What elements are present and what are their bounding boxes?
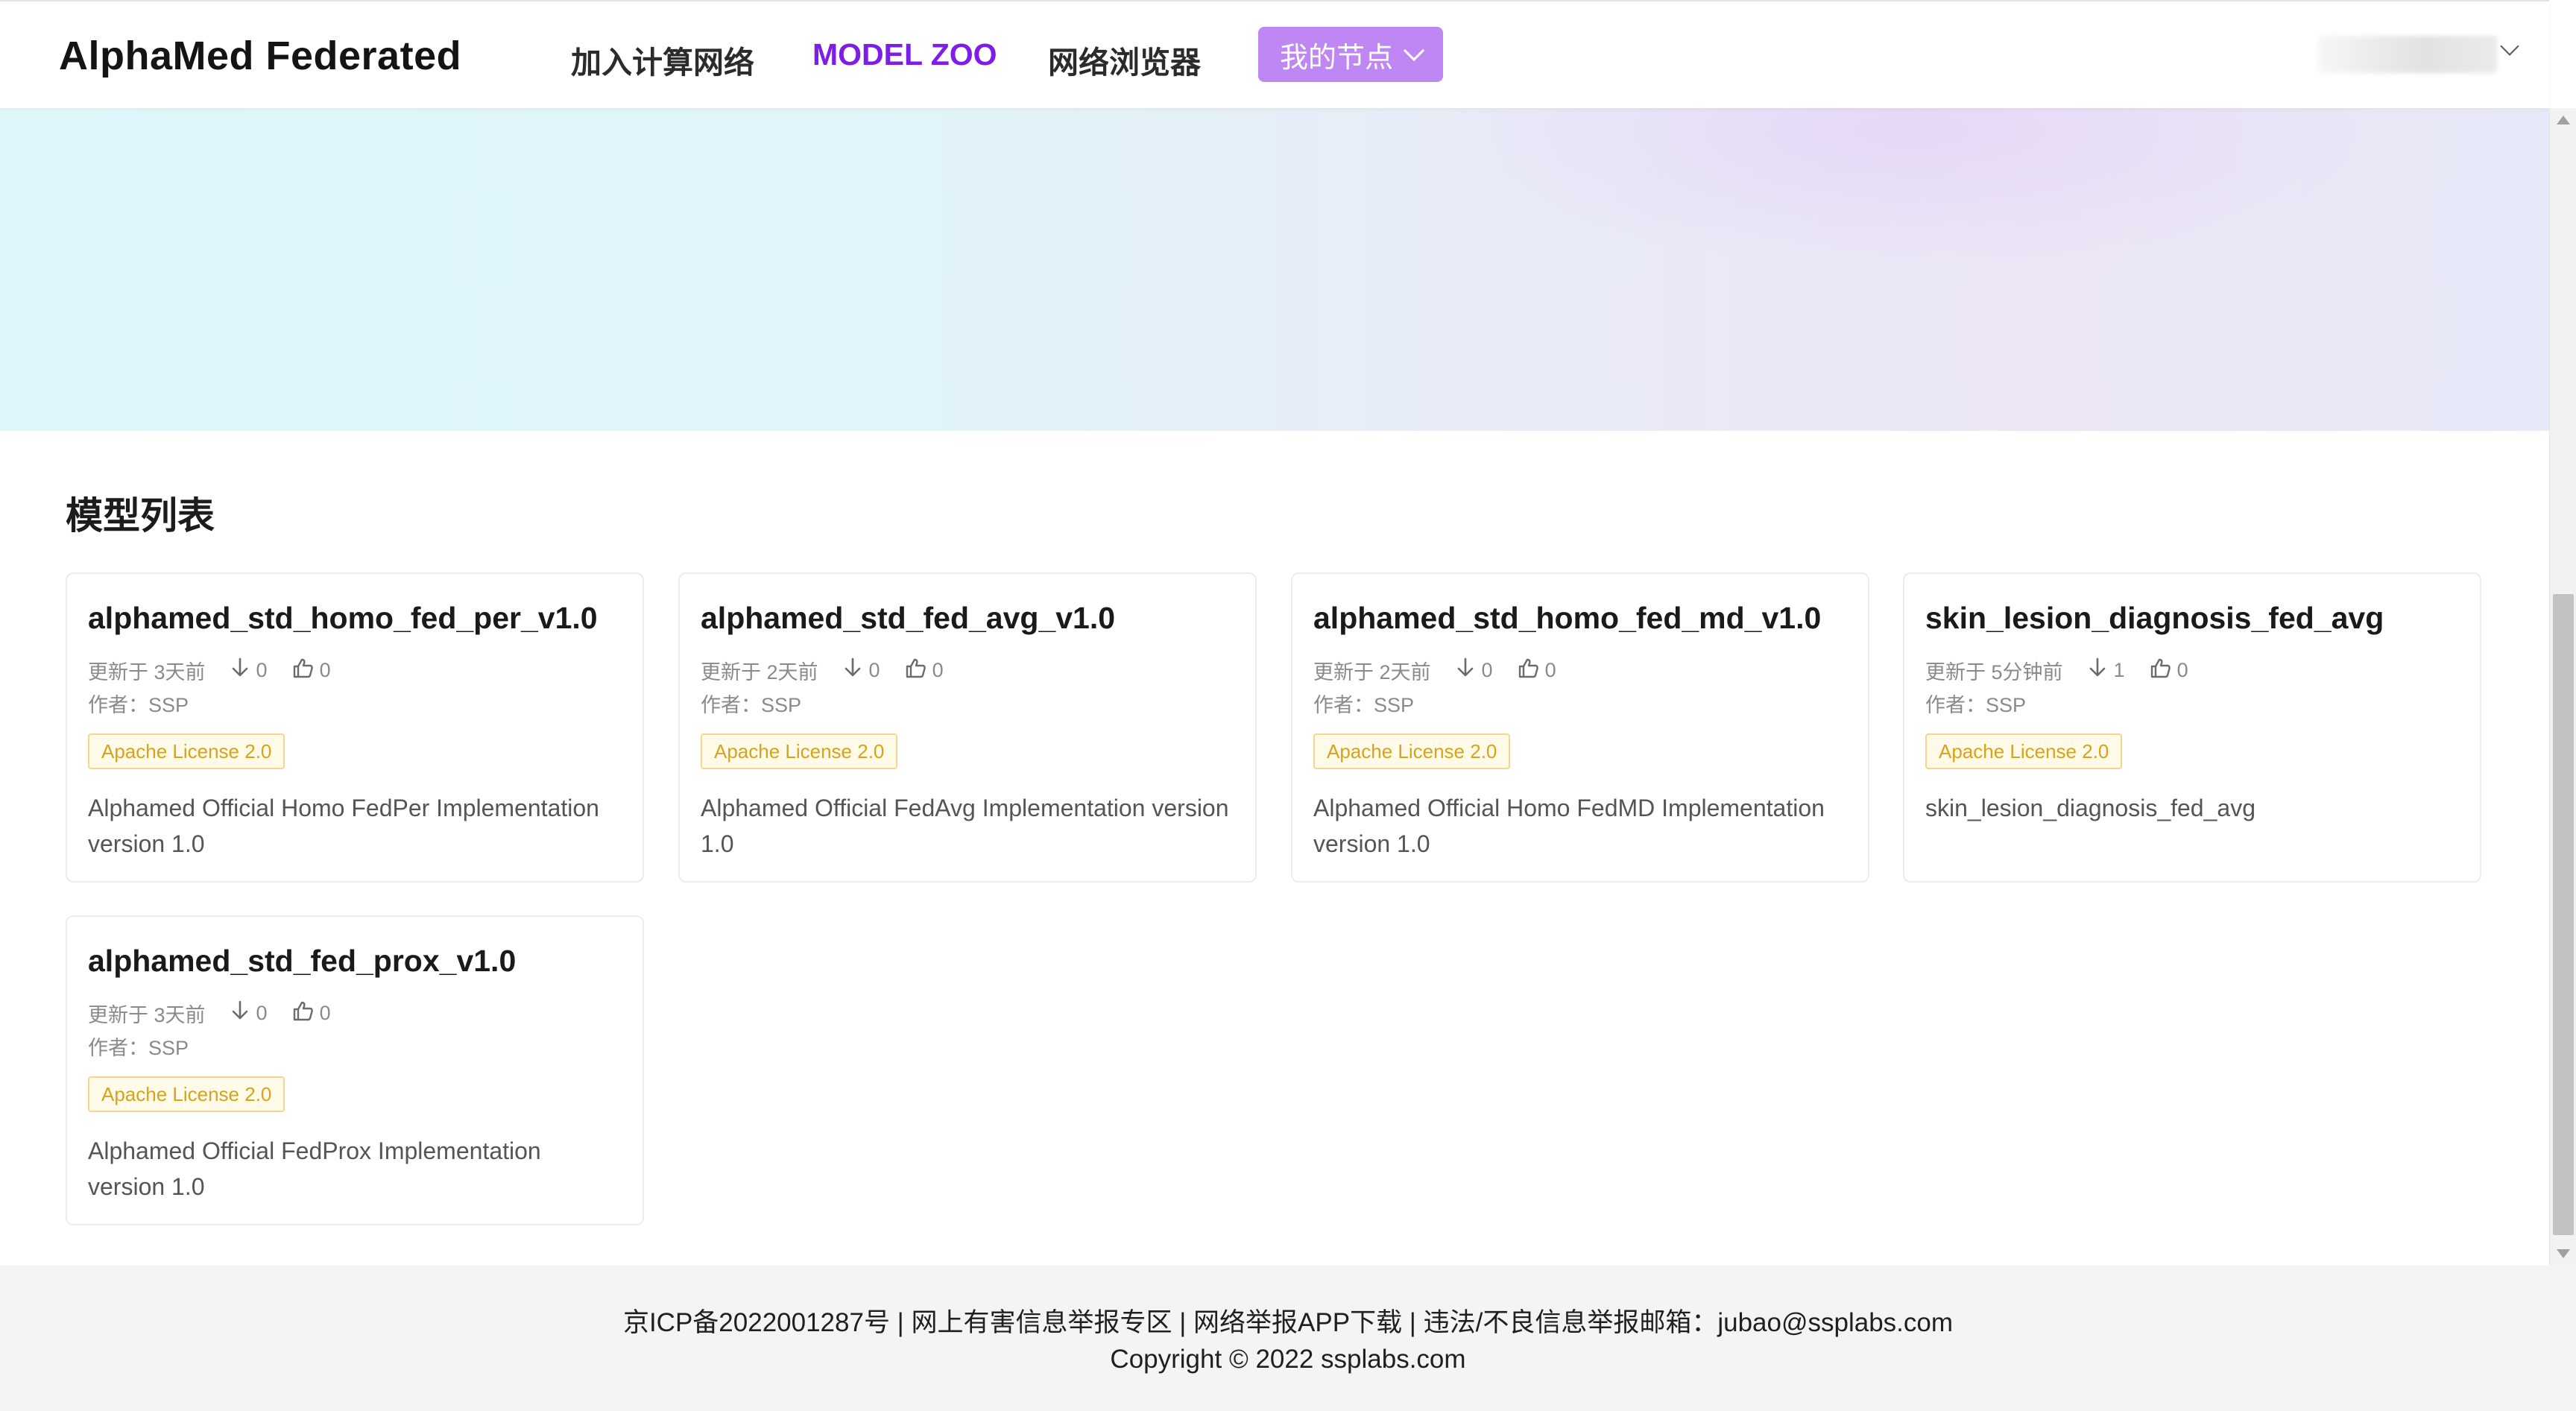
license-badge: Apache License 2.0 [88,733,285,769]
author-name: SSP [761,694,802,716]
download-icon [842,657,869,684]
top-nav-bar: AlphaMed Federated 加入计算网络 MODEL ZOO 网络浏览… [0,0,2549,108]
like-stat[interactable]: 0 [291,657,331,684]
model-description: skin_lesion_diagnosis_fed_avg [1925,795,2255,821]
license-badge: Apache License 2.0 [701,733,898,769]
model-author: 作者：SSP [1313,689,1414,718]
download-stat: 0 [230,1000,268,1027]
like-count: 0 [2176,659,2188,681]
footer-icp-report-links[interactable]: 京ICP备2022001287号 | 网上有害信息举报专区 | 网络举报APP下… [0,1301,2576,1339]
author-name: SSP [148,1037,189,1059]
like-count: 0 [932,659,944,681]
license-badge: Apache License 2.0 [1313,733,1511,769]
thumbs-up-icon[interactable] [1517,657,1545,684]
download-icon [230,657,256,684]
updated-time: 更新于 5分钟前 [1925,661,2063,684]
like-count: 0 [319,659,331,681]
download-count: 0 [256,1002,268,1024]
model-author: 作者：SSP [88,1032,189,1061]
download-stat: 0 [842,657,880,684]
model-title[interactable]: alphamed_std_fed_avg_v1.0 [701,601,1115,636]
like-stat[interactable]: 0 [2149,657,2188,684]
download-count: 0 [1481,659,1493,681]
thumbs-up-icon[interactable] [291,657,320,684]
model-author: 作者：SSP [701,689,801,718]
model-description: Alphamed Official Homo FedMD Implementat… [1313,795,1825,857]
model-card[interactable]: alphamed_std_homo_fed_md_v1.0 更新于 2天前 0 0 作者… [1291,572,1869,883]
model-author: 作者：SSP [1925,689,2026,718]
like-stat[interactable]: 0 [1517,657,1556,684]
page-footer: 京ICP备2022001287号 | 网上有害信息举报专区 | 网络举报APP下… [0,1266,2576,1411]
model-card[interactable]: alphamed_std_fed_prox_v1.0 更新于 3天前 0 0 作者：SS… [66,915,644,1225]
license-badge: Apache License 2.0 [88,1076,285,1112]
my-nodes-label: 我的节点 [1279,42,1393,74]
model-card[interactable]: skin_lesion_diagnosis_fed_avg 更新于 5分钟前 1 0 作… [1903,572,2481,883]
author-name: SSP [1374,694,1415,716]
like-count: 0 [319,1002,331,1024]
brand-logo-text[interactable]: AlphaMed Federated [59,33,461,79]
like-stat[interactable]: 0 [904,657,944,684]
footer-copyright: Copyright © 2022 ssplabs.com [1110,1345,1466,1374]
updated-time: 更新于 3天前 [88,1004,206,1026]
like-count: 0 [1544,659,1556,681]
user-account-blurred[interactable] [2318,36,2497,73]
nav-network-browser[interactable]: 网络浏览器 [1048,37,1201,82]
model-title[interactable]: alphamed_std_homo_fed_per_v1.0 [88,601,598,636]
model-meta: 更新于 2天前 0 0 [701,656,944,685]
chevron-down-icon [1403,40,1425,62]
model-meta: 更新于 5分钟前 1 0 [1925,656,2188,685]
updated-time: 更新于 3天前 [88,661,206,684]
scrollbar-thumb[interactable] [2553,594,2574,1235]
my-nodes-dropdown-button[interactable]: 我的节点 [1258,27,1443,82]
download-count: 1 [2113,659,2125,681]
author-name: SSP [148,694,189,716]
section-title-model-list: 模型列表 [66,495,215,537]
author-name: SSP [1986,694,2027,716]
thumbs-up-icon[interactable] [291,1000,320,1027]
download-count: 0 [868,659,880,681]
hero-banner [0,108,2549,431]
download-count: 0 [256,659,268,681]
model-title[interactable]: alphamed_std_fed_prox_v1.0 [88,944,516,979]
model-meta: 更新于 2天前 0 0 [1313,656,1556,685]
model-description: Alphamed Official FedProx Implementation… [88,1137,541,1200]
model-author: 作者：SSP [88,689,189,718]
model-card[interactable]: alphamed_std_homo_fed_per_v1.0 更新于 3天前 0 0 作… [66,572,644,883]
page-scrollbar[interactable] [2549,108,2576,1266]
model-title[interactable]: alphamed_std_homo_fed_md_v1.0 [1313,601,1821,636]
thumbs-up-icon[interactable] [904,657,932,684]
updated-time: 更新于 2天前 [1313,661,1431,684]
download-icon [230,1000,256,1027]
download-icon [1455,657,1482,684]
updated-time: 更新于 2天前 [701,661,818,684]
scroll-up-arrow-icon[interactable] [2557,116,2570,124]
user-menu-chevron-down-icon[interactable] [2497,37,2519,57]
thumbs-up-icon[interactable] [2149,657,2177,684]
author-prefix: 作者： [701,694,761,716]
model-title[interactable]: skin_lesion_diagnosis_fed_avg [1925,601,2384,636]
model-description: Alphamed Official FedAvg Implementation … [701,795,1229,857]
download-stat: 0 [1455,657,1493,684]
license-badge: Apache License 2.0 [1925,733,2123,769]
model-description: Alphamed Official Homo FedPer Implementa… [88,795,599,857]
author-prefix: 作者： [1313,694,1374,716]
author-prefix: 作者： [88,694,148,716]
author-prefix: 作者： [88,1037,148,1059]
model-card[interactable]: alphamed_std_fed_avg_v1.0 更新于 2天前 0 0 作者：SSP… [678,572,1257,883]
download-stat: 0 [230,657,268,684]
author-prefix: 作者： [1925,694,1986,716]
nav-model-zoo[interactable]: MODEL ZOO [812,37,997,72]
nav-join-network[interactable]: 加入计算网络 [571,37,754,82]
model-meta: 更新于 3天前 0 0 [88,999,331,1028]
model-meta: 更新于 3天前 0 0 [88,656,331,685]
download-icon [2087,657,2114,684]
like-stat[interactable]: 0 [291,1000,331,1027]
download-stat: 1 [2087,657,2125,684]
scroll-down-arrow-icon[interactable] [2557,1249,2570,1258]
